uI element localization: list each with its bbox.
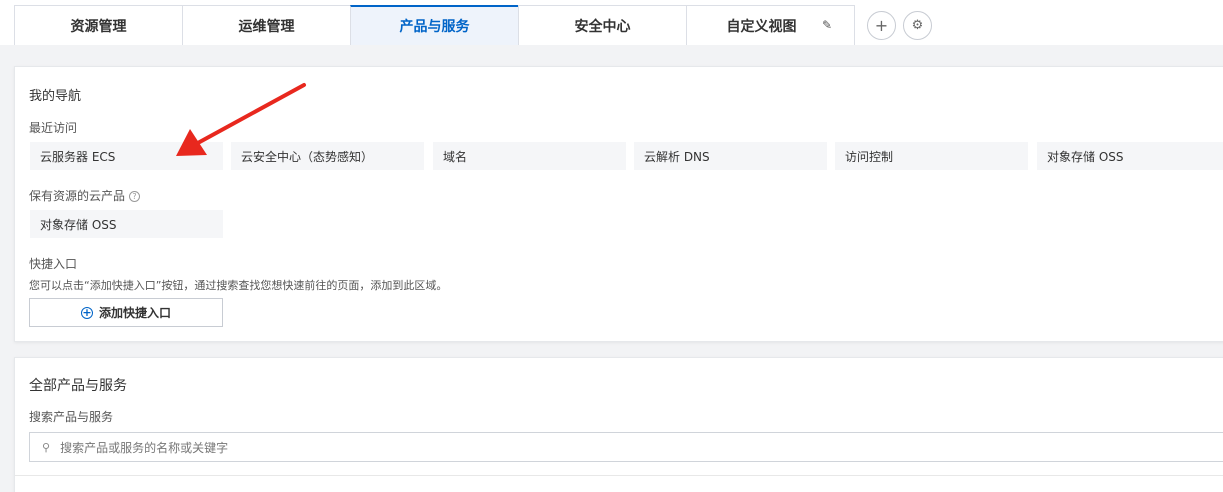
recent-item-label: 域名 xyxy=(443,149,468,164)
owned-products-label: 保有资源的云产品? xyxy=(29,187,141,204)
tab-label: 资源管理 xyxy=(70,18,127,35)
add-shortcut-button[interactable]: + 添加快捷入口 xyxy=(29,298,223,327)
tab-label: 运维管理 xyxy=(238,18,295,35)
recent-item-dns[interactable]: 云解析 DNS xyxy=(634,142,827,170)
recent-item-label: 云安全中心（态势感知） xyxy=(241,149,374,164)
tab-resource-management[interactable]: 资源管理 xyxy=(14,5,183,45)
recent-item-label: 对象存储 OSS xyxy=(1047,149,1124,164)
tab-label: 安全中心 xyxy=(574,18,631,35)
search-icon: ⚲ xyxy=(42,440,51,454)
shortcut-hint: 您可以点击“添加快捷入口”按钮，通过搜索查找您想快速前往的页面，添加到此区域。 xyxy=(29,279,448,292)
tab-products-services[interactable]: 产品与服务 xyxy=(350,5,519,45)
tab-ops-management[interactable]: 运维管理 xyxy=(182,5,351,45)
product-search-input[interactable]: ⚲ 搜索产品或服务的名称或关键字 xyxy=(29,432,1223,462)
nav-title: 我的导航 xyxy=(29,89,82,104)
gear-icon: ⚙ xyxy=(911,18,924,33)
top-tab-bar: 资源管理 运维管理 产品与服务 安全中心 自定义视图 ✎ + ⚙ xyxy=(0,0,1223,45)
tab-custom-view[interactable]: 自定义视图 ✎ xyxy=(686,5,855,45)
tab-label: 产品与服务 xyxy=(399,19,470,35)
search-products-label: 搜索产品与服务 xyxy=(29,410,114,424)
recent-item-domain[interactable]: 域名 xyxy=(433,142,626,170)
recent-item-label: 云服务器 ECS xyxy=(40,149,116,164)
search-placeholder: 搜索产品或服务的名称或关键字 xyxy=(60,440,229,455)
view-tabs: 资源管理 运维管理 产品与服务 安全中心 自定义视图 ✎ xyxy=(14,5,855,45)
all-products-panel: 全部产品与服务 搜索产品与服务 ⚲ 搜索产品或服务的名称或关键字 xyxy=(14,357,1223,492)
tab-label: 自定义视图 xyxy=(726,18,797,35)
add-tab-button[interactable]: + xyxy=(867,11,896,40)
circle-plus-icon: + xyxy=(80,305,93,319)
help-icon[interactable]: ? xyxy=(129,191,141,202)
recent-item-ecs[interactable]: 云服务器 ECS xyxy=(30,142,223,170)
edit-pencil-icon[interactable]: ✎ xyxy=(822,18,832,32)
recent-item-label: 云解析 DNS xyxy=(644,149,710,164)
divider xyxy=(15,475,1223,476)
owned-item-oss[interactable]: 对象存储 OSS xyxy=(30,210,223,238)
settings-button[interactable]: ⚙ xyxy=(903,11,932,40)
recent-label: 最近访问 xyxy=(29,121,78,135)
recent-item-label: 访问控制 xyxy=(845,149,894,164)
all-products-title: 全部产品与服务 xyxy=(29,378,127,394)
shortcut-label: 快捷入口 xyxy=(29,257,78,271)
recent-item-access-control[interactable]: 访问控制 xyxy=(835,142,1028,170)
my-navigation-panel: 我的导航 最近访问 云服务器 ECS 云安全中心（态势感知） 域名 云解析 DN… xyxy=(14,66,1223,342)
recent-item-security-center[interactable]: 云安全中心（态势感知） xyxy=(231,142,424,170)
recent-item-oss[interactable]: 对象存储 OSS xyxy=(1037,142,1223,170)
tab-security-center[interactable]: 安全中心 xyxy=(518,5,687,45)
plus-icon: + xyxy=(874,16,889,35)
add-shortcut-label: 添加快捷入口 xyxy=(98,306,171,320)
owned-label-text: 保有资源的云产品 xyxy=(29,189,126,203)
owned-item-label: 对象存储 OSS xyxy=(40,217,117,232)
